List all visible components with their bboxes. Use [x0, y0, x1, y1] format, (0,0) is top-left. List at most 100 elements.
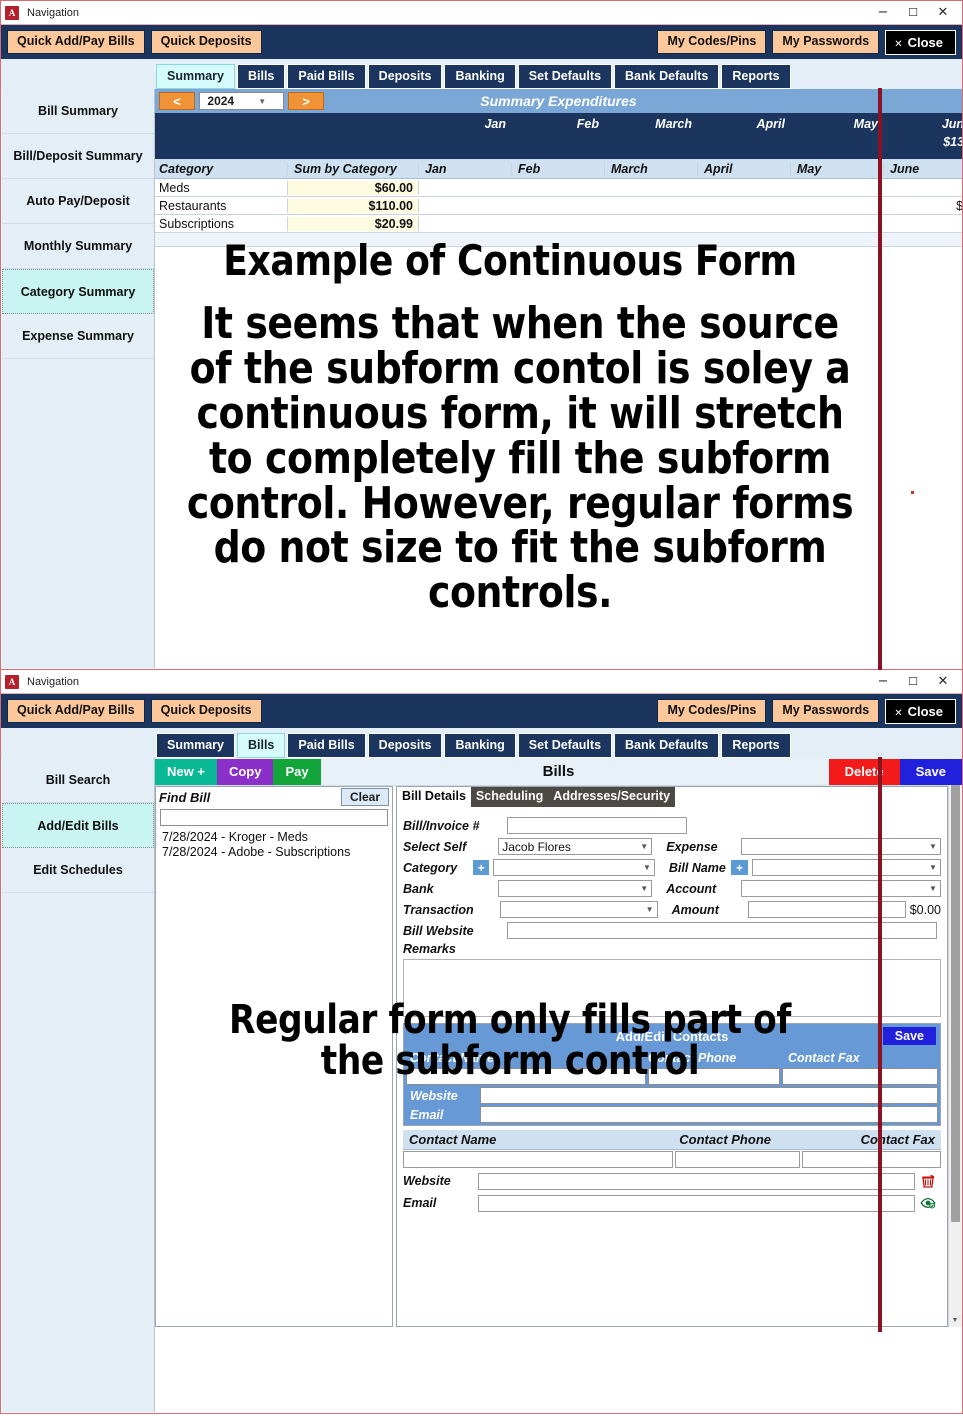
month-total-april	[698, 135, 791, 149]
quick-add-pay-bills-button[interactable]: Quick Add/Pay Bills	[7, 30, 145, 54]
close-button-top[interactable]: ✕ Close	[885, 29, 956, 55]
bills-panel: New + Copy Pay Bills Delete Save Find Bi…	[155, 758, 962, 1413]
next-year-button[interactable]: >	[288, 92, 324, 110]
tab-scheduling[interactable]: Scheduling	[470, 787, 549, 807]
new-bill-button[interactable]: New +	[155, 758, 217, 785]
bill-website-input[interactable]	[507, 922, 937, 939]
my-passwords-button[interactable]: My Passwords	[772, 30, 880, 54]
previous-year-button[interactable]: <	[159, 92, 195, 110]
select-self-value: Jacob Flores	[502, 839, 571, 854]
chevron-down-icon: ▼	[640, 884, 649, 893]
minimize-icon[interactable]: −	[868, 671, 898, 693]
bill-website-row: Bill Website	[403, 920, 941, 941]
contact-phone-input[interactable]	[675, 1151, 800, 1168]
tab-deposits-bottom[interactable]: Deposits	[367, 732, 443, 758]
contact-website-input[interactable]	[480, 1087, 938, 1104]
tab-set-defaults-top[interactable]: Set Defaults	[517, 63, 613, 89]
month-header-may: May	[853, 117, 878, 131]
quick-deposits-button[interactable]: Quick Deposits	[150, 30, 262, 54]
tab-bank-defaults-top[interactable]: Bank Defaults	[614, 63, 720, 89]
find-bill-input[interactable]	[160, 809, 388, 826]
eye-icon[interactable]	[915, 1193, 941, 1213]
tab-bills-bottom[interactable]: Bills	[236, 732, 286, 758]
table-row[interactable]: Subscriptions $20.99 $	[155, 215, 962, 233]
close-icon[interactable]: ✕	[928, 671, 958, 693]
quick-add-pay-bills-button[interactable]: Quick Add/Pay Bills	[7, 699, 145, 723]
contact-fax-input[interactable]	[802, 1151, 941, 1168]
tab-summary-bottom[interactable]: Summary	[156, 732, 235, 758]
contact-name-input[interactable]	[403, 1151, 673, 1168]
list-item[interactable]: 7/28/2024 - Kroger - Meds	[160, 830, 388, 845]
col-sum-by-category: Sum by Category	[287, 161, 419, 176]
maximize-icon[interactable]: ☐	[898, 2, 928, 24]
tab-set-defaults-bottom[interactable]: Set Defaults	[517, 732, 613, 758]
my-passwords-button[interactable]: My Passwords	[772, 699, 880, 723]
month-header-april: April	[756, 117, 785, 131]
sidebar-item-edit-schedules[interactable]: Edit Schedules	[2, 848, 154, 893]
month-header-march: March	[655, 117, 692, 131]
my-codes-pins-button[interactable]: My Codes/Pins	[657, 699, 767, 723]
sidebar-item-bill-deposit-summary[interactable]: Bill/Deposit Summary	[2, 134, 154, 179]
table-row[interactable]: Meds $60.00	[155, 179, 962, 197]
tab-paid-bills-top[interactable]: Paid Bills	[287, 63, 366, 89]
close-icon[interactable]: ✕	[928, 2, 958, 24]
clear-button[interactable]: Clear	[340, 788, 389, 806]
tab-banking-bottom[interactable]: Banking	[444, 732, 516, 758]
month-total-may	[791, 135, 884, 149]
tab-deposits-top[interactable]: Deposits	[367, 63, 443, 89]
contact-email-input[interactable]	[478, 1194, 915, 1212]
amount-input[interactable]	[748, 901, 906, 918]
expense-select[interactable]: ▼	[741, 838, 942, 855]
sidebar-item-bill-search[interactable]: Bill Search	[2, 758, 154, 803]
month-total-header: Jan Feb March April May June $130	[155, 113, 962, 159]
contact-website-input[interactable]	[478, 1172, 915, 1190]
account-select[interactable]: ▼	[741, 880, 942, 897]
bill-invoice-input[interactable]	[507, 817, 687, 834]
close-button-bottom[interactable]: ✕ Close	[885, 698, 956, 724]
sidebar-item-expense-summary[interactable]: Expense Summary	[2, 314, 154, 359]
window-title-bottom: Navigation	[27, 675, 79, 688]
add-bill-name-icon[interactable]: +	[731, 860, 748, 875]
tab-summary-top[interactable]: Summary	[156, 63, 235, 89]
copy-bill-button[interactable]: Copy	[216, 758, 274, 785]
sidebar-item-add-edit-bills[interactable]: Add/Edit Bills	[2, 803, 154, 848]
pay-bill-button[interactable]: Pay	[273, 758, 321, 785]
list-item[interactable]: 7/28/2024 - Adobe - Subscriptions	[160, 845, 388, 860]
tab-reports-bottom[interactable]: Reports	[721, 732, 791, 758]
tab-addresses-security[interactable]: Addresses/Security	[548, 787, 676, 807]
contacts-plain-email-row: Email	[403, 1192, 941, 1214]
tab-bills-top[interactable]: Bills	[236, 63, 286, 89]
sidebar-item-bill-summary[interactable]: Bill Summary	[2, 89, 154, 134]
contact-email-input[interactable]	[480, 1106, 938, 1123]
toolbar-bottom: Quick Add/Pay Bills Quick Deposits My Co…	[1, 694, 962, 728]
maximize-icon[interactable]: ☐	[898, 671, 928, 693]
minimize-icon[interactable]: −	[868, 2, 898, 24]
add-category-icon[interactable]: +	[473, 860, 490, 875]
contact-website-label: Website	[403, 1174, 451, 1188]
tab-bank-defaults-bottom[interactable]: Bank Defaults	[614, 732, 720, 758]
sidebar-item-auto-pay-deposit[interactable]: Auto Pay/Deposit	[2, 179, 154, 224]
scroll-down-icon[interactable]: ▼	[948, 1314, 962, 1327]
amount-value: $0.00	[909, 902, 941, 917]
save-bill-button[interactable]: Save	[899, 758, 962, 785]
category-select[interactable]: ▼	[493, 859, 655, 876]
trash-icon[interactable]	[915, 1171, 941, 1191]
tab-paid-bills-bottom[interactable]: Paid Bills	[287, 732, 366, 758]
bills-action-bar: New + Copy Pay Bills Delete Save	[155, 758, 962, 786]
my-codes-pins-button[interactable]: My Codes/Pins	[657, 30, 767, 54]
scrollbar-thumb[interactable]	[950, 772, 960, 1222]
year-select[interactable]: 2024 ▼	[199, 92, 284, 110]
vertical-scrollbar[interactable]: ▲ ▼	[948, 758, 962, 1327]
bank-select[interactable]: ▼	[498, 880, 653, 897]
tab-banking-top[interactable]: Banking	[444, 63, 516, 89]
table-row[interactable]: Restaurants $110.00 $1	[155, 197, 962, 215]
delete-bill-button[interactable]: Delete	[828, 758, 900, 785]
select-self-select[interactable]: Jacob Flores ▼	[498, 838, 653, 855]
tab-bill-details[interactable]: Bill Details	[397, 787, 471, 807]
bill-name-select[interactable]: ▼	[751, 859, 941, 876]
contacts-save-button[interactable]: Save	[882, 1027, 936, 1045]
tab-reports-top[interactable]: Reports	[721, 63, 791, 89]
quick-deposits-button[interactable]: Quick Deposits	[150, 699, 262, 723]
bank-row: Bank ▼ Account ▼	[403, 878, 942, 899]
transaction-select[interactable]: ▼	[500, 901, 658, 918]
